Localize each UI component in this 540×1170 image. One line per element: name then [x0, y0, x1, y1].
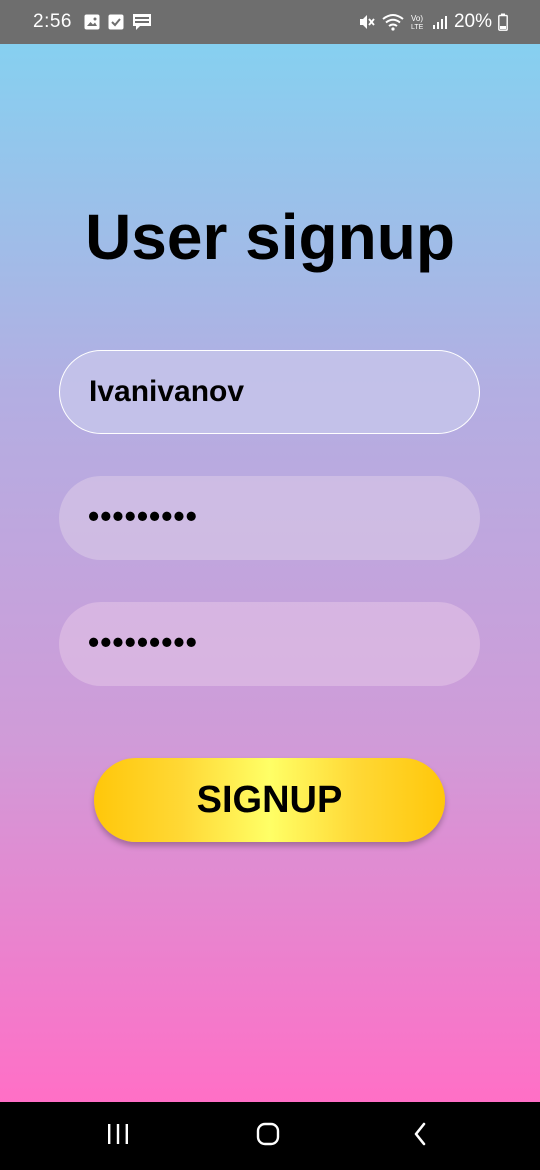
webtoon-icon [132, 13, 152, 31]
mute-icon [358, 13, 376, 31]
signup-button-label: SIGNUP [196, 778, 343, 821]
confirm-password-value: ••••••••• [88, 624, 198, 660]
page-title: User signup [85, 201, 455, 273]
volte-icon: Vo) LTE [410, 13, 426, 31]
wifi-icon [382, 13, 404, 31]
notification-icons [84, 13, 152, 31]
password-input[interactable]: ••••••••• [59, 476, 480, 560]
username-value: Ivanivanov [89, 375, 245, 408]
password-value: ••••••••• [88, 498, 198, 534]
status-time: 2:56 [33, 11, 72, 32]
signal-icon [432, 14, 448, 30]
recents-icon [106, 1123, 130, 1150]
system-icons: Vo) LTE 20% [358, 11, 508, 33]
checkbox-icon [108, 14, 124, 30]
back-button[interactable] [395, 1119, 445, 1153]
home-icon [256, 1122, 280, 1151]
battery-icon [498, 13, 508, 31]
home-button[interactable] [243, 1119, 293, 1153]
confirm-password-input[interactable]: ••••••••• [59, 602, 480, 686]
svg-text:Vo): Vo) [411, 14, 423, 23]
back-icon [412, 1122, 428, 1151]
navigation-bar [0, 1102, 540, 1170]
svg-text:LTE: LTE [411, 24, 424, 31]
battery-percent: 20% [453, 11, 492, 32]
gallery-icon [84, 14, 100, 30]
status-bar: 2:56 Vo) LTE 20% [0, 0, 540, 44]
username-input[interactable]: Ivanivanov [59, 350, 480, 434]
signup-button[interactable]: SIGNUP [94, 758, 445, 842]
recents-button[interactable] [93, 1119, 143, 1153]
signup-screen: User signup Ivanivanov ••••••••• •••••••… [0, 44, 540, 1102]
